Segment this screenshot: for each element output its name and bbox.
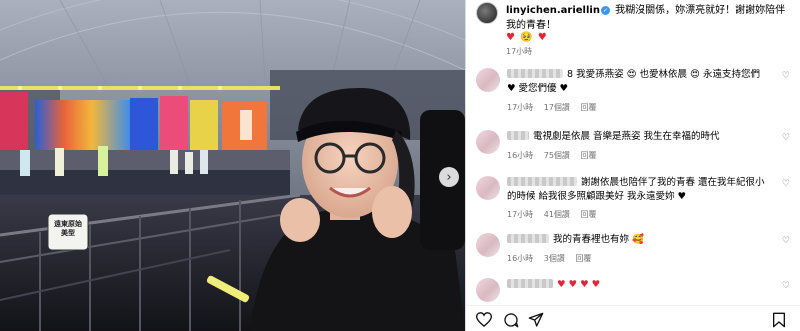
comment-time[interactable]: 16小時: [507, 254, 533, 263]
commenter-avatar[interactable]: [476, 68, 500, 92]
comment-body: 電視劇是依晨 音樂是燕姿 我生在幸福的時代: [507, 130, 769, 144]
share-icon[interactable]: [528, 312, 544, 331]
post-action-bar: [466, 305, 800, 331]
post-photo[interactable]: 遠東原始美型 ›: [0, 0, 465, 331]
caption: linyichen.ariellin ✓ 我糊沒關係，妳漂亮就好！謝謝妳陪伴我的青…: [506, 3, 792, 33]
comment-meta: 16小時 3個讚 回覆: [507, 253, 599, 264]
concert-photo-illustration: [0, 0, 465, 331]
comment-reply[interactable]: 回覆: [580, 151, 596, 160]
comment-body: 我的青春裡也有妳 🥰: [507, 233, 769, 247]
comment-meta: 17小時 17個讚 回覆: [507, 102, 604, 113]
post-time[interactable]: 17小時: [506, 46, 532, 57]
author-username[interactable]: linyichen.ariellin: [506, 5, 600, 16]
commenter-avatar[interactable]: [476, 176, 500, 200]
commenter-avatar[interactable]: [476, 233, 500, 257]
comment-time[interactable]: 17小時: [507, 210, 533, 219]
commenter-username-blurred[interactable]: [507, 234, 549, 243]
comment-time[interactable]: 16小時: [507, 151, 533, 160]
comment-text: ♥ ♥ ♥ ♥: [557, 279, 601, 290]
comment-reply[interactable]: 回覆: [580, 210, 596, 219]
post-sidebar: linyichen.ariellin ✓ 我糊沒關係，妳漂亮就好！謝謝妳陪伴我的青…: [465, 0, 800, 331]
next-photo-button[interactable]: ›: [439, 167, 459, 187]
commenter-avatar[interactable]: [476, 278, 500, 302]
commenter-username-blurred[interactable]: [507, 279, 553, 288]
comment-like-heart-icon[interactable]: ♡: [782, 236, 790, 246]
comment-like-heart-icon[interactable]: ♡: [782, 179, 790, 189]
chevron-right-icon: ›: [446, 169, 452, 185]
heart-icon[interactable]: [475, 312, 493, 330]
post-viewer: 遠東原始美型 › linyichen.ariellin ✓ 我糊沒關係，妳漂亮就好…: [0, 0, 800, 331]
comment-text: 電視劇是依晨 音樂是燕姿 我生在幸福的時代: [533, 131, 720, 142]
comment-likes[interactable]: 3個讚: [544, 254, 565, 263]
commenter-username-blurred[interactable]: [507, 131, 529, 140]
caption-emojis: ♥ 🥹 ♥: [506, 32, 548, 43]
comment-meta: 16小時 75個讚 回覆: [507, 150, 604, 161]
verified-badge-icon: ✓: [600, 6, 610, 15]
comment-body: ♥ ♥ ♥ ♥: [507, 278, 769, 292]
comment-like-heart-icon[interactable]: ♡: [782, 71, 790, 81]
comment-text: 我的青春裡也有妳 🥰: [553, 234, 644, 245]
comment-time[interactable]: 17小時: [507, 103, 533, 112]
comment-meta: 17小時 41個讚 回覆: [507, 209, 604, 220]
bookmark-icon[interactable]: [772, 312, 786, 331]
commenter-username-blurred[interactable]: [507, 69, 563, 78]
comment-like-heart-icon[interactable]: ♡: [782, 281, 790, 291]
comment-likes[interactable]: 75個讚: [544, 151, 570, 160]
commenter-avatar[interactable]: [476, 130, 500, 154]
comment-reply[interactable]: 回覆: [575, 254, 591, 263]
author-avatar[interactable]: [476, 2, 498, 24]
commenter-username-blurred[interactable]: [507, 177, 577, 186]
comment-body: 8 我愛孫燕姿 😍 也愛林依晨 😍 永遠支持您們 ♥ 愛您們優 ♥: [507, 68, 769, 96]
comment-like-heart-icon[interactable]: ♡: [782, 133, 790, 143]
stage-sign-text: 遠東原始美型: [54, 220, 82, 237]
comment-reply[interactable]: 回覆: [580, 103, 596, 112]
comment-likes[interactable]: 17個讚: [544, 103, 570, 112]
comment-likes[interactable]: 41個讚: [544, 210, 570, 219]
comment-body: 謝謝依晨也陪伴了我的青春 還在我年紀很小的時候 給我很多照顧跟美好 我永遠愛妳 …: [507, 176, 769, 204]
comment-icon[interactable]: [503, 312, 519, 331]
